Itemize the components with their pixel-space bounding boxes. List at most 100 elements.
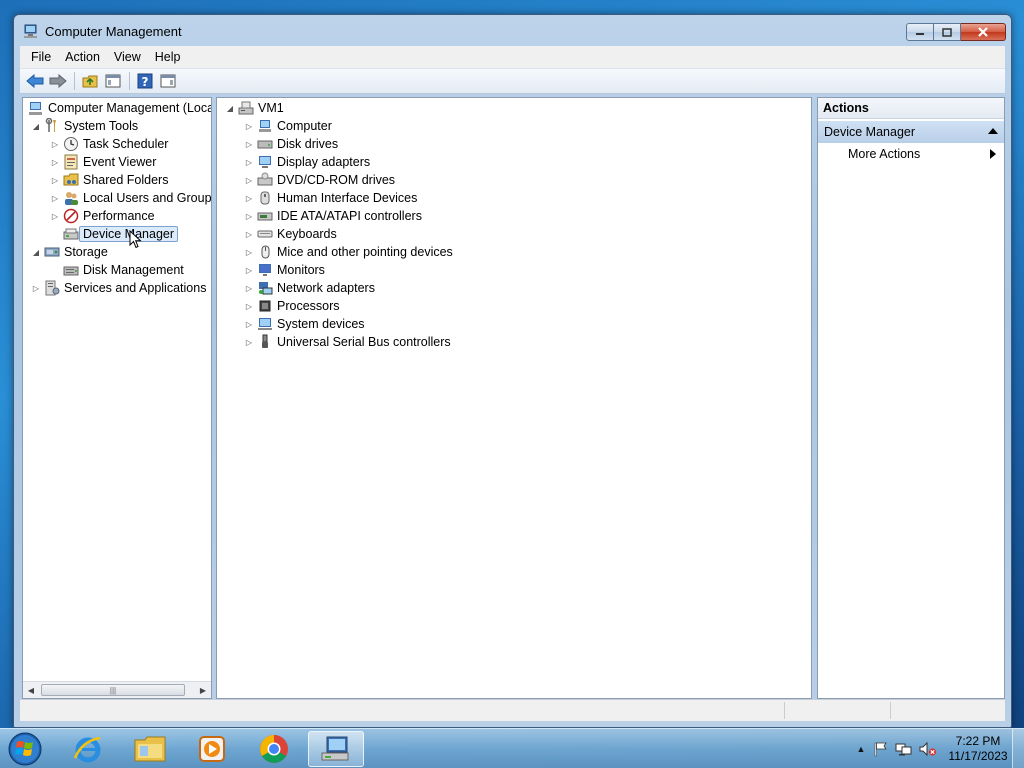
device-category-item[interactable]: ▷ System devices [244,315,365,333]
expand-arrow-icon[interactable]: ▷ [244,283,254,293]
tree-item-root[interactable]: Computer Management (Local [25,99,212,117]
svg-text:?: ? [142,75,149,89]
device-category-label: Universal Serial Bus controllers [277,335,451,349]
device-category-item[interactable]: ▷ Display adapters [244,153,370,171]
device-category-item[interactable]: ▷ Network adapters [244,279,375,297]
tree-item-label: System Tools [64,119,139,133]
device-tree-pane[interactable]: ◢ VM1 ▷ Computer ▷ Disk drives ▷ Display adap… [216,97,812,699]
device-category-item[interactable]: ▷ Processors [244,297,340,315]
show-hide-console-tree-button[interactable] [102,70,124,92]
volume-muted-icon[interactable] [918,741,938,757]
network-icon[interactable] [894,741,914,757]
computer-icon [238,100,254,116]
actions-header: Actions [818,98,1004,119]
show-desktop-button[interactable] [1012,729,1024,768]
scroll-left-icon[interactable]: ◀ [23,682,39,698]
expand-arrow-icon[interactable]: ▷ [50,175,60,185]
usb-icon [257,334,273,350]
expand-arrow-icon[interactable]: ▷ [31,283,41,293]
taskbar-computer-management[interactable] [308,731,364,767]
tree-item-label: Storage [64,245,108,259]
expand-arrow-icon[interactable]: ▷ [50,211,60,221]
collapse-arrow-icon[interactable]: ◢ [31,247,41,257]
title-bar[interactable]: Computer Management [14,15,1011,47]
expand-arrow-icon[interactable]: ▷ [244,301,254,311]
help-button[interactable]: ? [134,70,156,92]
console-tree-pane[interactable]: Computer Management (Local ◢ System Tool… [22,97,212,699]
expand-arrow-icon[interactable]: ▷ [244,265,254,275]
tree-item-shared-folders[interactable]: ▷ Shared Folders [50,171,169,189]
menu-action[interactable]: Action [58,50,107,64]
taskbar-internet-explorer[interactable] [60,731,116,767]
tree-item-disk-management[interactable]: Disk Management [50,261,184,279]
device-category-item[interactable]: ▷ Human Interface Devices [244,189,417,207]
scrollbar-thumb[interactable]: ||| [41,684,185,696]
back-button[interactable] [24,70,46,92]
computer-management-icon [28,100,44,116]
device-category-item[interactable]: ▷ IDE ATA/ATAPI controllers [244,207,422,225]
window-title: Computer Management [45,23,182,39]
expand-arrow-icon[interactable]: ▷ [244,157,254,167]
internet-explorer-icon [73,736,101,763]
taskbar-chrome[interactable] [246,731,302,767]
tree-item-local-users[interactable]: ▷ Local Users and Groups [50,189,211,207]
shared-folder-icon [63,172,79,188]
show-hide-action-pane-button[interactable] [157,70,179,92]
actions-section-label: Device Manager [824,125,916,139]
tree-item-device-manager[interactable]: Device Manager [50,225,179,243]
collapse-arrow-icon[interactable]: ◢ [31,121,41,131]
expand-arrow-icon[interactable]: ▷ [244,193,254,203]
expand-arrow-icon[interactable]: ▷ [244,211,254,221]
menu-file[interactable]: File [24,50,58,64]
expand-arrow-icon[interactable]: ▷ [50,157,60,167]
tree-item-task-scheduler[interactable]: ▷ Task Scheduler [50,135,168,153]
tree-item-system-tools[interactable]: ◢ System Tools [31,117,138,135]
forward-button[interactable] [47,70,69,92]
show-hidden-icons-icon[interactable]: ▲ [852,744,870,754]
maximize-button[interactable] [934,23,961,41]
horizontal-scrollbar[interactable]: ◀ ||| ▶ [23,681,211,698]
tree-item-services[interactable]: ▷ Services and Applications [31,279,206,297]
expand-arrow-icon[interactable]: ▷ [244,319,254,329]
expand-arrow-icon[interactable]: ▷ [50,139,60,149]
device-category-label: Display adapters [277,155,371,169]
tree-item-storage[interactable]: ◢ Storage [31,243,108,261]
more-actions-item[interactable]: More Actions [818,143,1004,165]
scroll-right-icon[interactable]: ▶ [195,682,211,698]
device-category-item[interactable]: ▷ DVD/CD-ROM drives [244,171,395,189]
expand-arrow-icon[interactable]: ▷ [244,229,254,239]
device-category-item[interactable]: ▷ Keyboards [244,225,337,243]
device-category-item[interactable]: ▷ Monitors [244,261,325,279]
device-category-item[interactable]: ▷ Universal Serial Bus controllers [244,333,451,351]
clock[interactable]: 7:22 PM 11/17/2023 [944,734,1012,764]
tree-item-performance[interactable]: ▷ Performance [50,207,155,225]
show-hide-tree-icon [105,74,121,88]
tree-item-event-viewer[interactable]: ▷ Event Viewer [50,153,156,171]
taskbar-windows-explorer[interactable] [122,731,178,767]
expand-arrow-icon[interactable]: ▷ [50,193,60,203]
expand-arrow-icon[interactable]: ▷ [244,121,254,131]
close-button[interactable] [961,23,1006,41]
menu-view[interactable]: View [107,50,148,64]
expand-arrow-icon[interactable]: ▷ [244,247,254,257]
device-category-label: Human Interface Devices [277,191,418,205]
start-button[interactable] [6,731,44,767]
actions-section-device-manager[interactable]: Device Manager [818,121,1004,143]
taskbar-media-player[interactable] [184,731,240,767]
minimize-button[interactable] [906,23,934,41]
menu-help[interactable]: Help [148,50,188,64]
up-one-level-button[interactable] [79,70,101,92]
device-root[interactable]: ◢ VM1 [225,99,284,117]
device-category-item[interactable]: ▷ Disk drives [244,135,338,153]
expand-arrow-icon[interactable]: ▷ [244,337,254,347]
windows-start-icon [8,732,42,766]
collapse-arrow-icon[interactable]: ◢ [225,103,235,113]
collapse-up-icon[interactable] [988,128,998,134]
expand-arrow-icon[interactable]: ▷ [244,175,254,185]
tree-item-label: Computer Management (Local [48,101,212,115]
device-category-item[interactable]: ▷ Computer [244,117,332,135]
expand-arrow-icon[interactable]: ▷ [244,139,254,149]
taskbar: ▲ 7:22 PM 11/17/2023 [0,728,1024,768]
action-center-flag-icon[interactable] [872,741,890,757]
device-category-item[interactable]: ▷ Mice and other pointing devices [244,243,453,261]
